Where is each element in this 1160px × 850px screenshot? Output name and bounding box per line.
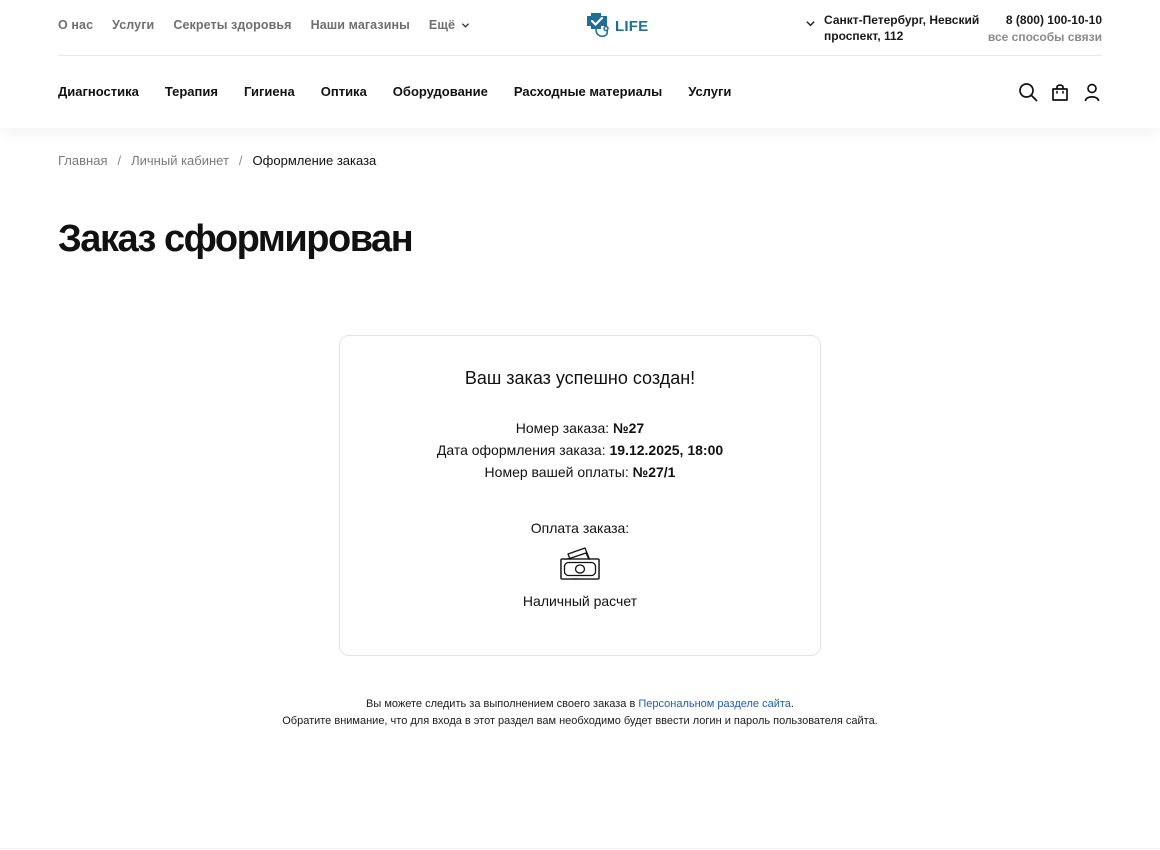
top-link-our-stores[interactable]: Наши магазины [311, 18, 410, 32]
contacts-block: 8 (800) 100-10-10 все способы связи [988, 12, 1102, 46]
top-links: О нас Услуги Секреты здоровья Наши магаз… [58, 18, 489, 32]
site-logo[interactable]: LIFE [586, 10, 648, 42]
search-icon[interactable] [1018, 82, 1038, 102]
nav-item-consumables[interactable]: Расходные материалы [514, 84, 662, 99]
header-nav-row: Диагностика Терапия Гигиена Оптика Обору… [58, 56, 1102, 128]
note-text-prefix: Вы можете следить за выполнением своего … [366, 698, 636, 710]
chevron-down-icon [806, 21, 815, 27]
nav-item-therapy[interactable]: Терапия [165, 84, 218, 99]
note-text-suffix: . [790, 698, 794, 710]
logo-text: LIFE [615, 17, 649, 35]
order-number-label: Номер заказа: [515, 420, 610, 436]
chevron-down-icon [461, 22, 470, 28]
payment-method: Наличный расчет [522, 593, 638, 609]
nav-item-hygiene[interactable]: Гигиена [244, 84, 295, 99]
personal-section-link[interactable]: Персональном разделе сайта [638, 698, 791, 710]
payment-label: Оплата заказа: [530, 520, 630, 536]
header-top-row: О нас Услуги Секреты здоровья Наши магаз… [58, 0, 1102, 56]
order-date-label: Дата оформления заказа: [436, 442, 606, 458]
site-header: О нас Услуги Секреты здоровья Наши магаз… [0, 0, 1160, 128]
breadcrumb-current: Оформление заказа [252, 153, 377, 168]
payment-number-value: №27/1 [632, 464, 676, 480]
main-nav: Диагностика Терапия Гигиена Оптика Обору… [58, 84, 757, 99]
bag-icon[interactable] [1050, 82, 1070, 102]
order-number-row: Номер заказа: №27 [340, 417, 820, 439]
note-line-1: Вы можете следить за выполнением своего … [0, 696, 1160, 713]
city-selector[interactable]: Санкт-Петербург, Невский проспект, 112 [805, 12, 984, 44]
nav-item-diagnostics[interactable]: Диагностика [58, 84, 139, 99]
page-title: Заказ сформирован [58, 218, 414, 260]
header-actions [1006, 82, 1102, 102]
cash-icon [560, 547, 600, 580]
nav-item-services[interactable]: Услуги [688, 84, 731, 99]
nav-item-optics[interactable]: Оптика [321, 84, 367, 99]
top-link-services[interactable]: Услуги [112, 18, 154, 32]
top-link-health-secrets[interactable]: Секреты здоровья [173, 18, 291, 32]
phone-link[interactable]: 8 (800) 100-10-10 [988, 12, 1102, 28]
all-contacts-link[interactable]: все способы связи [988, 28, 1102, 46]
order-tracking-note: Вы можете следить за выполнением своего … [0, 696, 1160, 730]
order-number-value: №27 [613, 420, 645, 436]
payment-number-row: Номер вашей оплаты: №27/1 [340, 461, 820, 483]
note-line-2: Обратите внимание, что для входа в этот … [282, 715, 878, 727]
order-info: Номер заказа: №27 Дата оформления заказа… [340, 417, 820, 483]
more-label: Ещё [428, 18, 456, 32]
payment-number-label: Номер вашей оплаты: [484, 464, 629, 480]
order-date-value: 19.12.2025, 18:00 [609, 442, 724, 458]
user-icon[interactable] [1082, 82, 1102, 102]
top-link-about[interactable]: О нас [58, 18, 93, 32]
order-date-row: Дата оформления заказа: 19.12.2025, 18:0… [340, 439, 820, 461]
breadcrumb-separator: / [117, 153, 122, 168]
city-address: Санкт-Петербург, Невский проспект, 112 [824, 13, 980, 43]
breadcrumb: Главная / Личный кабинет / Оформление за… [58, 153, 376, 168]
breadcrumb-separator: / [238, 153, 243, 168]
more-dropdown[interactable]: Ещё [429, 18, 470, 32]
footer-divider [0, 848, 1160, 849]
logo-icon [587, 13, 609, 38]
breadcrumb-home[interactable]: Главная [58, 153, 107, 168]
order-success-heading: Ваш заказ успешно создан! [464, 368, 696, 388]
order-confirmation-card: Ваш заказ успешно создан! Номер заказа: … [339, 335, 821, 656]
nav-item-equipment[interactable]: Оборудование [393, 84, 488, 99]
breadcrumb-account[interactable]: Личный кабинет [131, 153, 229, 168]
